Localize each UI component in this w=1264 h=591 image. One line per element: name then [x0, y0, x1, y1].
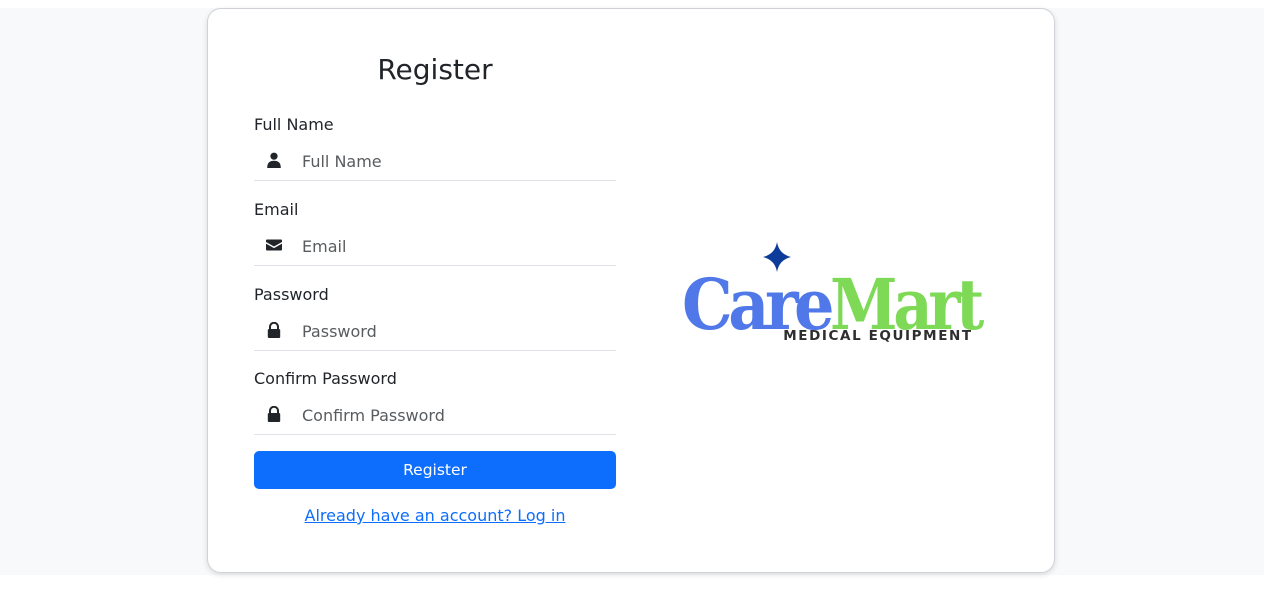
lock-icon	[267, 406, 281, 422]
full-name-label: Full Name	[254, 115, 334, 134]
confirm-password-input[interactable]	[302, 397, 608, 433]
full-name-input[interactable]	[302, 143, 608, 179]
logo-tagline: MEDICAL EQUIPMENT	[783, 328, 973, 344]
login-link[interactable]: Already have an account? Log in	[254, 506, 616, 525]
form-title: Register	[377, 53, 493, 86]
email-field	[254, 228, 616, 266]
lock-icon	[267, 322, 281, 338]
confirm-password-field	[254, 397, 616, 435]
register-card: Register Full Name Email Password	[207, 8, 1055, 573]
password-label: Password	[254, 285, 329, 304]
email-label: Email	[254, 200, 299, 219]
password-field	[254, 313, 616, 351]
confirm-password-label: Confirm Password	[254, 369, 397, 388]
register-button[interactable]: Register	[254, 451, 616, 489]
envelope-icon	[266, 239, 282, 251]
user-icon	[267, 152, 281, 168]
email-input[interactable]	[302, 228, 608, 264]
password-input[interactable]	[302, 313, 608, 349]
full-name-field	[254, 143, 616, 181]
